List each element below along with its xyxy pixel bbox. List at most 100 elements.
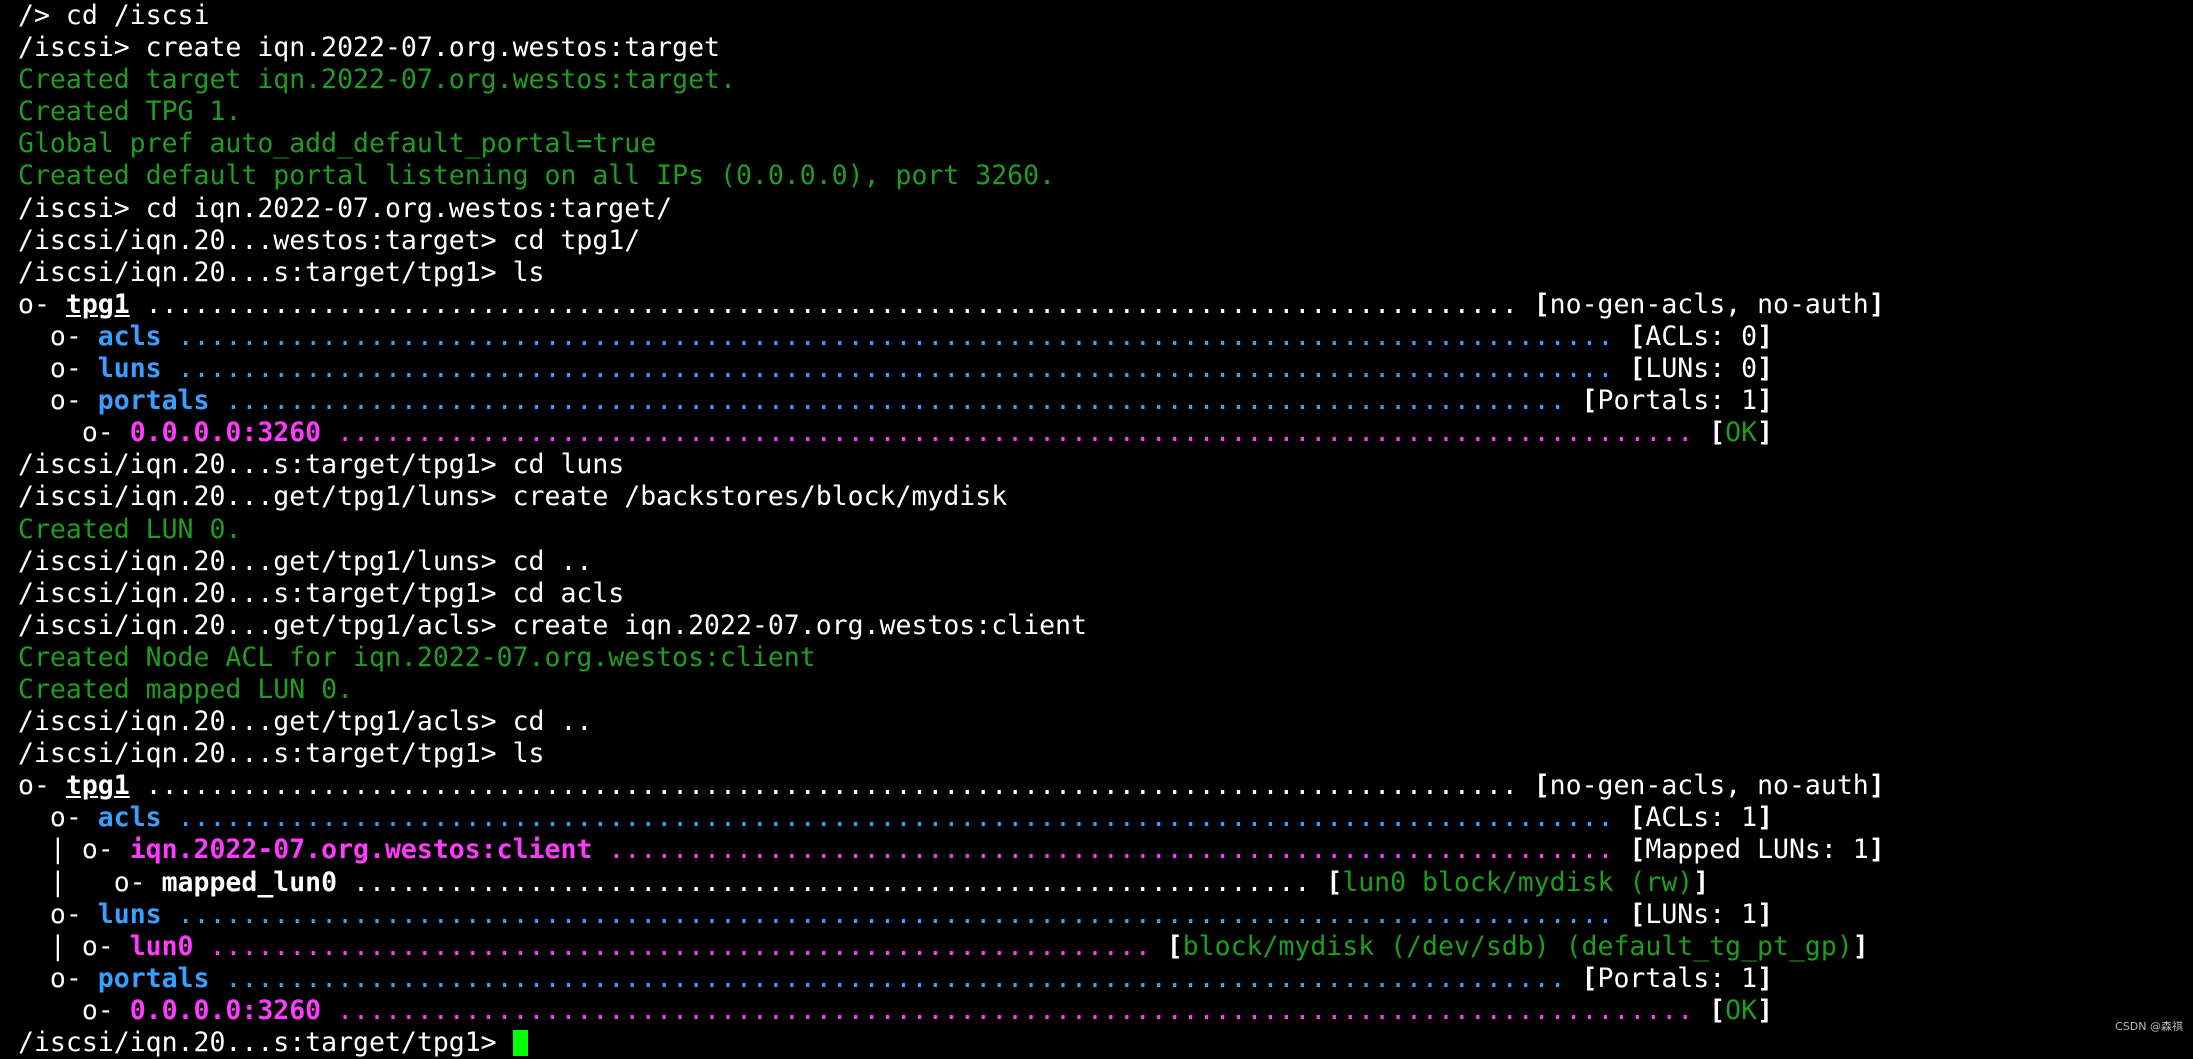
terminal-text: /iscsi/iqn.20...s:target/tpg1> cd luns <box>18 449 625 481</box>
terminal-text: acls <box>97 320 162 352</box>
terminal-text: o- <box>18 962 98 994</box>
terminal-line: o- luns ................................… <box>18 899 2193 931</box>
terminal-line: Created mapped LUN 0. <box>18 674 2193 706</box>
terminal-text: Created mapped LUN 0. <box>18 673 354 705</box>
terminal-text: ........................................… <box>209 385 1582 417</box>
terminal-text: o- <box>18 320 98 352</box>
terminal-line: o- tpg1 ................................… <box>18 289 2193 321</box>
terminal-line: | o- lun0 ..............................… <box>18 931 2193 963</box>
terminal-line: Created default portal listening on all … <box>18 160 2193 192</box>
terminal-text: tpg1 <box>65 288 130 320</box>
terminal-text: ] <box>1757 962 1774 994</box>
terminal-text: Portals: 1 <box>1597 385 1758 417</box>
terminal-line: /iscsi/iqn.20...westos:target> cd tpg1/ <box>18 225 2193 257</box>
terminal-text: ........................................… <box>129 770 1534 802</box>
terminal-text: Created LUN 0. <box>18 513 242 545</box>
terminal-text: Portals: 1 <box>1597 962 1758 994</box>
terminal-text: /iscsi/iqn.20...get/tpg1/acls> cd .. <box>18 706 593 738</box>
terminal-line: /iscsi> create iqn.2022-07.org.westos:ta… <box>18 32 2193 64</box>
terminal-text: ........................................… <box>161 802 1630 834</box>
terminal-text: ] <box>1757 320 1774 352</box>
terminal-text: [ <box>1533 770 1550 802</box>
terminal-text: 0.0.0.0:3260 <box>129 994 322 1026</box>
terminal-text: luns <box>97 898 162 930</box>
terminal-text: Global pref auto_add_default_portal=true <box>18 128 657 160</box>
terminal-text: LUNs: 1 <box>1645 898 1758 930</box>
terminal-text: o- <box>18 770 66 802</box>
terminal-text: o- <box>18 994 130 1026</box>
terminal-text: mapped_lun0 <box>161 866 338 898</box>
terminal-text: [ <box>1533 288 1550 320</box>
terminal-line: o- acls ................................… <box>18 802 2193 834</box>
terminal-text: lun0 block/mydisk (rw) <box>1342 866 1694 898</box>
terminal-text: /> cd /iscsi <box>18 0 210 31</box>
terminal-text: o- <box>18 898 98 930</box>
terminal-text: Created default portal listening on all … <box>18 160 1056 192</box>
terminal-text: ........................................… <box>592 834 1630 866</box>
terminal-text: [ <box>1629 898 1646 930</box>
terminal-line: o- portals .............................… <box>18 385 2193 417</box>
terminal-line: | o- mapped_lun0 .......................… <box>18 867 2193 899</box>
terminal-text: ] <box>1852 930 1869 962</box>
terminal-line: o- portals .............................… <box>18 963 2193 995</box>
terminal-line: Created target iqn.2022-07.org.westos:ta… <box>18 64 2193 96</box>
terminal-text: [ <box>1581 962 1598 994</box>
terminal-text: o- <box>18 288 66 320</box>
terminal-text: 0.0.0.0:3260 <box>129 417 322 449</box>
terminal-text: ........................................… <box>193 930 1167 962</box>
terminal-text: /iscsi/iqn.20...s:target/tpg1> <box>18 1027 513 1058</box>
terminal-text: | o- <box>18 930 130 962</box>
terminal-text: Created TPG 1. <box>18 96 242 128</box>
text-cursor <box>512 1030 528 1056</box>
terminal-text: luns <box>97 353 162 385</box>
terminal-text: no-gen-acls, no-auth <box>1549 288 1869 320</box>
terminal-text: o- <box>18 802 98 834</box>
terminal-window[interactable]: /> cd /iscsi/iscsi> create iqn.2022-07.o… <box>0 0 2193 1058</box>
watermark: CSDN @森祺 <box>2115 1020 2183 1033</box>
terminal-line: /iscsi/iqn.20...get/tpg1/acls> cd .. <box>18 706 2193 738</box>
terminal-text: [ <box>1629 834 1646 866</box>
terminal-text: ........................................… <box>209 962 1582 994</box>
terminal-text: [ <box>1166 930 1183 962</box>
terminal-text: ........................................… <box>129 288 1534 320</box>
terminal-text: OK <box>1725 417 1758 449</box>
terminal-line: /iscsi/iqn.20...get/tpg1/acls> create iq… <box>18 610 2193 642</box>
terminal-text: portals <box>97 962 210 994</box>
terminal-text: ACLs: 0 <box>1645 320 1758 352</box>
terminal-text: ] <box>1757 385 1774 417</box>
terminal-text: /iscsi> cd iqn.2022-07.org.westos:target… <box>18 192 673 224</box>
terminal-text: [ <box>1629 353 1646 385</box>
terminal-text: /iscsi/iqn.20...westos:target> cd tpg1/ <box>18 224 641 256</box>
terminal-text: tpg1 <box>65 770 130 802</box>
terminal-text: Created target iqn.2022-07.org.westos:ta… <box>18 64 736 96</box>
terminal-text: iqn.2022-07.org.westos:client <box>129 834 593 866</box>
terminal-line: o- 0.0.0.0:3260 ........................… <box>18 995 2193 1027</box>
terminal-text: [ <box>1581 385 1598 417</box>
terminal-text: ] <box>1693 866 1710 898</box>
terminal-text: LUNs: 0 <box>1645 353 1758 385</box>
terminal-line: Created TPG 1. <box>18 96 2193 128</box>
terminal-text: o- <box>18 385 98 417</box>
terminal-text: ........................................… <box>161 353 1630 385</box>
terminal-text: lun0 <box>129 930 194 962</box>
terminal-text: ........................................… <box>321 417 1710 449</box>
terminal-text: [ <box>1629 320 1646 352</box>
terminal-line: /iscsi/iqn.20...s:target/tpg1> cd acls <box>18 578 2193 610</box>
terminal-text: /iscsi> create iqn.2022-07.org.westos:ta… <box>18 32 720 64</box>
terminal-text: /iscsi/iqn.20...s:target/tpg1> ls <box>18 738 545 770</box>
terminal-line: | o- iqn.2022-07.org.westos:client .....… <box>18 834 2193 866</box>
terminal-text: | o- <box>18 866 162 898</box>
terminal-text: /iscsi/iqn.20...get/tpg1/acls> create iq… <box>18 609 1087 641</box>
terminal-line: /iscsi> cd iqn.2022-07.org.westos:target… <box>18 193 2193 225</box>
terminal-text: | o- <box>18 834 130 866</box>
terminal-text: ACLs: 1 <box>1645 802 1758 834</box>
terminal-text: ] <box>1757 898 1774 930</box>
terminal-line: Created LUN 0. <box>18 514 2193 546</box>
terminal-text: portals <box>97 385 210 417</box>
terminal-text: ] <box>1868 770 1885 802</box>
terminal-text: /iscsi/iqn.20...get/tpg1/luns> create /b… <box>18 481 1008 513</box>
terminal-text: acls <box>97 802 162 834</box>
terminal-text: Created Node ACL for iqn.2022-07.org.wes… <box>18 641 816 673</box>
terminal-text: ] <box>1757 353 1774 385</box>
terminal-text: ] <box>1868 288 1885 320</box>
